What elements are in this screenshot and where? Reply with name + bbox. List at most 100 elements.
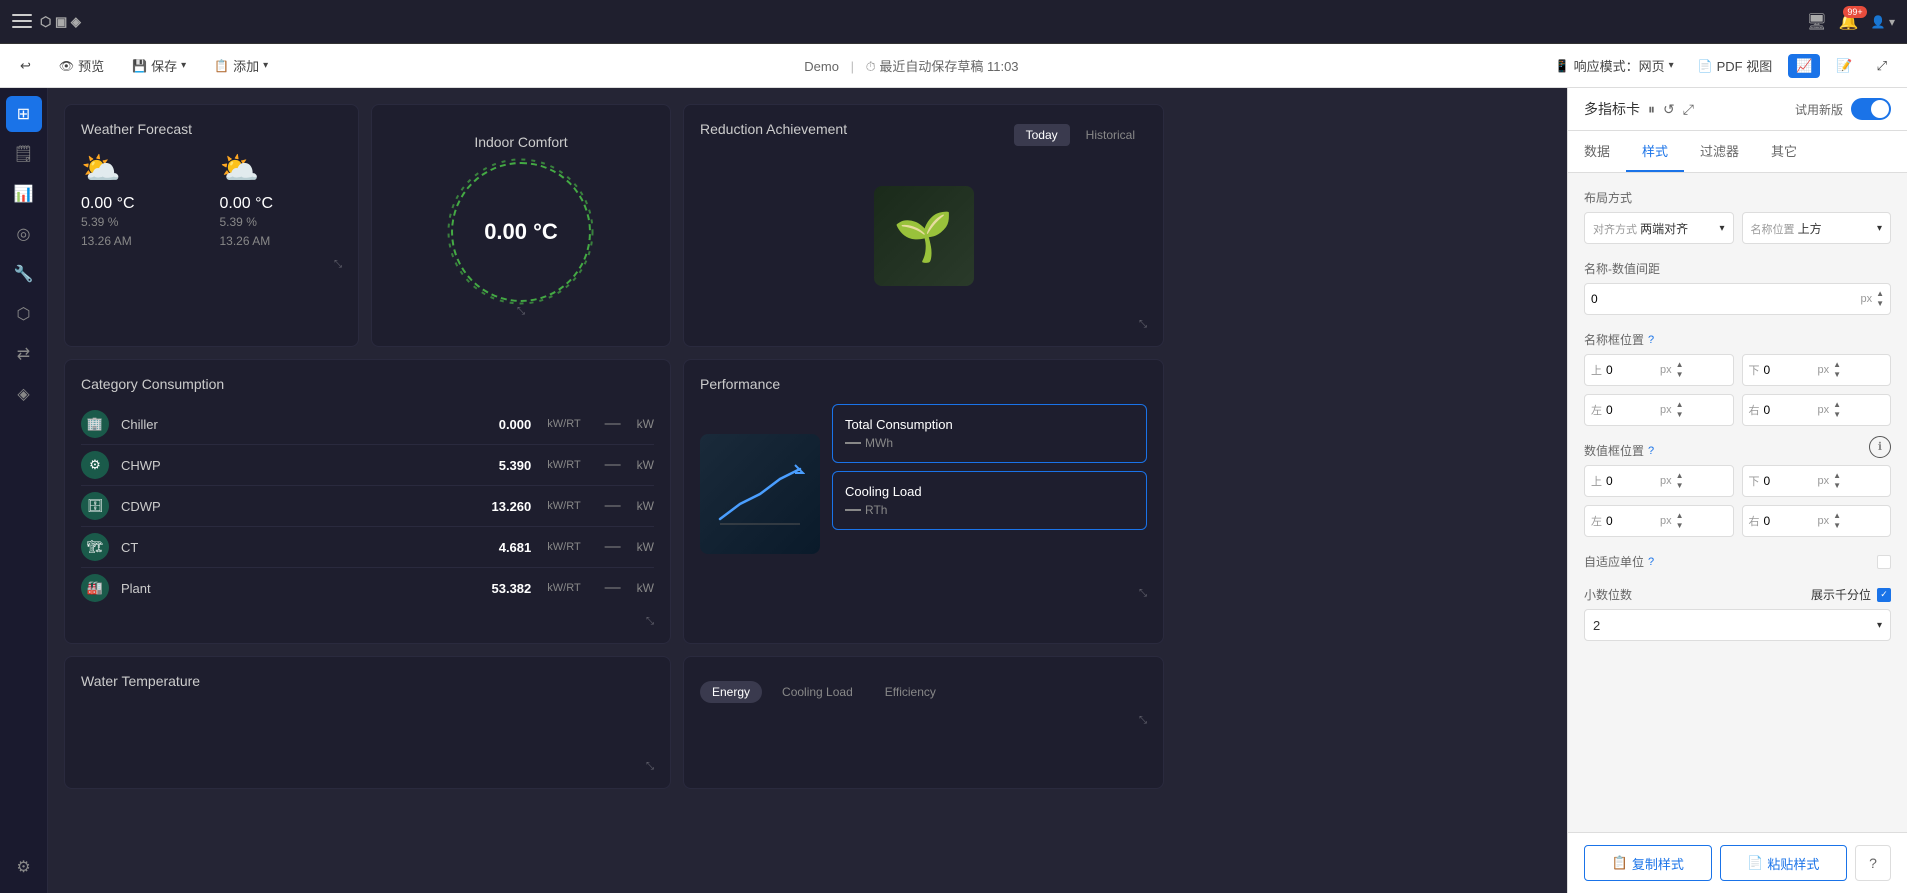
value-box-left: 左 px ▲▼ xyxy=(1584,505,1734,537)
cat-val-1: 5.390 xyxy=(499,458,532,473)
paste-style-button[interactable]: 📄 粘贴样式 xyxy=(1720,845,1848,881)
name-box-bottom-stepper[interactable]: ▲▼ xyxy=(1833,360,1841,379)
panel-footer: 📋 复制样式 📄 粘贴样式 ? xyxy=(1568,832,1907,893)
trial-toggle[interactable] xyxy=(1851,98,1891,120)
preview-button[interactable]: 👁 预览 xyxy=(51,52,112,79)
name-box-bottom-input[interactable] xyxy=(1764,363,1814,377)
cat-name-0: Chiller xyxy=(121,417,487,432)
expand-button[interactable]: ⤢ xyxy=(1869,54,1895,78)
indoor-comfort-card: Indoor Comfort 0.00 °C ⤡ xyxy=(371,104,671,347)
metric-value-1: RTh xyxy=(845,503,1134,517)
name-box-right-stepper[interactable]: ▲▼ xyxy=(1833,400,1841,419)
category-card: Category Consumption 🏢 Chiller 0.000 kW/… xyxy=(64,359,671,644)
code-button[interactable]: 📝 xyxy=(1828,54,1860,78)
sidebar-icon-chart[interactable]: 📊 xyxy=(6,176,42,212)
tab-other[interactable]: 其它 xyxy=(1755,131,1813,172)
user-avatar[interactable]: 👤 ▾ xyxy=(1871,15,1895,29)
name-box-right-input[interactable] xyxy=(1764,403,1814,417)
chevron-down-icon: ▾ xyxy=(1719,223,1724,234)
auto-unit-help-icon[interactable]: ? xyxy=(1648,556,1654,568)
metric-unit-0: MWh xyxy=(865,436,893,450)
align-select[interactable]: 对齐方式 两端对齐 ▾ xyxy=(1584,212,1734,244)
tab-filter[interactable]: 过滤器 xyxy=(1684,131,1755,172)
toggle-track[interactable] xyxy=(1851,98,1891,120)
bell-badge: 99+ xyxy=(1843,6,1866,18)
right-panel: 多指标卡 ⏸ ↺ ⤢ 试用新版 数据 样式 过滤器 其它 xyxy=(1567,88,1907,893)
pause-icon[interactable]: ⏸ xyxy=(1648,101,1655,118)
sidebar-icon-page[interactable]: 🗒 xyxy=(6,136,42,172)
weather-temp-0: 0.00 °C xyxy=(81,195,204,213)
energy-tab-energy[interactable]: Energy xyxy=(700,681,762,703)
weather-title: Weather Forecast xyxy=(81,121,342,137)
maximize-icon[interactable]: ⤢ xyxy=(1683,101,1694,118)
tab-today[interactable]: Today xyxy=(1014,124,1070,146)
cat-unit-2: kW/RT xyxy=(547,500,580,512)
add-button[interactable]: 📋 添加 ▾ xyxy=(206,52,276,79)
decimal-select[interactable]: 2 ▾ xyxy=(1584,609,1891,641)
monitor-icon[interactable]: 🖥 xyxy=(1806,12,1826,32)
sidebar-icon-transfer[interactable]: ⇄ xyxy=(6,336,42,372)
value-box-top-stepper[interactable]: ▲▼ xyxy=(1676,471,1684,490)
name-box-help-icon[interactable]: ? xyxy=(1648,334,1654,346)
panel-tabs: 数据 样式 过滤器 其它 xyxy=(1568,131,1907,173)
name-box-left-stepper[interactable]: ▲▼ xyxy=(1676,400,1684,419)
decimal-label: 小数位数 xyxy=(1584,586,1632,603)
reduction-card: Reduction Achievement Today Historical 🌱… xyxy=(683,104,1164,347)
bell-icon[interactable]: 🔔 99+ xyxy=(1839,12,1859,32)
energy-tab-cooling[interactable]: Cooling Load xyxy=(770,681,865,703)
trend-chart-svg xyxy=(715,459,805,529)
name-box-top-stepper[interactable]: ▲▼ xyxy=(1676,360,1684,379)
copy-style-button[interactable]: 📋 复制样式 xyxy=(1584,845,1712,881)
gap-input[interactable] xyxy=(1591,292,1856,306)
energy-tab-efficiency[interactable]: Efficiency xyxy=(873,681,948,703)
value-box-bottom-input[interactable] xyxy=(1764,474,1814,488)
tab-style[interactable]: 样式 xyxy=(1626,131,1684,172)
position-select[interactable]: 名称位置 上方 ▾ xyxy=(1742,212,1892,244)
value-box-top-input[interactable] xyxy=(1606,474,1656,488)
tab-data[interactable]: 数据 xyxy=(1568,131,1626,172)
undo-button[interactable]: ↩ xyxy=(12,54,39,78)
cat-val-3: 4.681 xyxy=(499,540,532,555)
cat-kw-1: kW xyxy=(637,458,654,472)
value-box-left-stepper[interactable]: ▲▼ xyxy=(1676,511,1684,530)
auto-unit-checkbox[interactable] xyxy=(1877,555,1891,569)
value-box-help-icon[interactable]: ? xyxy=(1648,445,1654,457)
tab-historical[interactable]: Historical xyxy=(1074,124,1147,146)
chart-view-button[interactable]: 📈 xyxy=(1788,54,1820,78)
weather-icon-1: ⛅ xyxy=(220,149,343,187)
canvas-area: Weather Forecast ⛅ 0.00 °C 5.39 % 13.26 … xyxy=(48,88,1567,893)
value-box-bottom-stepper[interactable]: ▲▼ xyxy=(1833,471,1841,490)
pdf-button[interactable]: 📄 PDF 视图 xyxy=(1690,52,1781,79)
left-sidebar: ⊞ 🗒 📊 ◎ 🔧 ⬡ ⇄ ◈ ⚙ xyxy=(0,88,48,893)
responsive-button[interactable]: 📱 响应模式：网页 ▾ xyxy=(1547,52,1682,79)
help-button[interactable]: ? xyxy=(1855,845,1891,881)
save-button[interactable]: 💾 保存 ▾ xyxy=(124,52,194,79)
chevron-down-icon: ▾ xyxy=(1877,620,1882,631)
value-box-right-stepper[interactable]: ▲▼ xyxy=(1833,511,1841,530)
value-box-left-input[interactable] xyxy=(1606,514,1656,528)
menu-icon[interactable] xyxy=(12,14,32,30)
name-box-left-input[interactable] xyxy=(1606,403,1656,417)
performance-card: Performance Total Consumption xyxy=(683,359,1164,644)
sidebar-icon-tool[interactable]: 🔧 xyxy=(6,256,42,292)
cat-kw-2: kW xyxy=(637,499,654,513)
sidebar-icon-settings[interactable]: ⚙ xyxy=(6,849,42,885)
refresh-icon[interactable]: ↺ xyxy=(1663,101,1675,118)
cat-name-3: CT xyxy=(121,540,487,555)
sidebar-icon-cube[interactable]: ⬡ xyxy=(6,296,42,332)
name-box-left: 左 px ▲▼ xyxy=(1584,394,1734,426)
sidebar-icon-grid[interactable]: ⊞ xyxy=(6,96,42,132)
gap-stepper[interactable]: ▲▼ xyxy=(1876,289,1884,308)
name-box-top-input[interactable] xyxy=(1606,363,1656,377)
thousand-checkbox[interactable] xyxy=(1877,588,1891,602)
sidebar-icon-location[interactable]: ◎ xyxy=(6,216,42,252)
nav-right: 🖥 🔔 99+ 👤 ▾ xyxy=(1806,12,1895,32)
copy-icon: 📋 xyxy=(1612,855,1628,871)
value-box-right-input[interactable] xyxy=(1764,514,1814,528)
metric-title-1: Cooling Load xyxy=(845,484,1134,499)
value-box-section: 数值框位置 ? 上 px ▲▼ 下 px ▲▼ xyxy=(1584,442,1891,537)
water-temperature-card: Water Temperature ⤡ xyxy=(64,656,671,789)
name-value-gap-section: 名称-数值间距 px ▲▼ xyxy=(1584,260,1891,315)
sidebar-icon-widget[interactable]: ◈ xyxy=(6,376,42,412)
weather-card: Weather Forecast ⛅ 0.00 °C 5.39 % 13.26 … xyxy=(64,104,359,347)
